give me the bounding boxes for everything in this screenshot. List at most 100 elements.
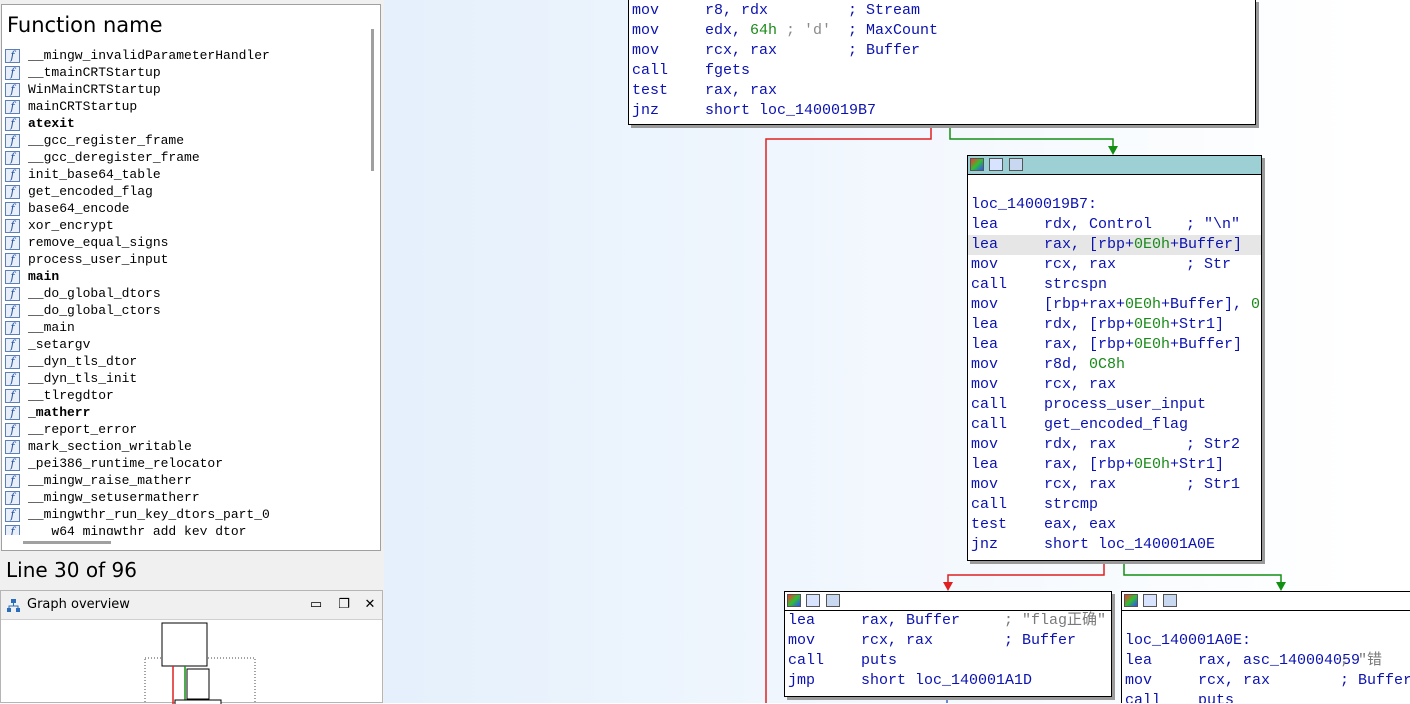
asm-operand[interactable]: process_user_input [1044,396,1206,413]
function-row[interactable]: f remove_equal_signs [5,234,360,251]
function-row[interactable]: f WinMainCRTStartup [5,81,360,98]
asm-operand[interactable]: short loc_1400019B7 [705,102,876,119]
asm-operand[interactable]: rax, Buffer [861,612,960,629]
asm-line[interactable]: lea rdx, [rbp+0E0h+Str1] [968,315,1261,335]
function-row[interactable]: f _pei386_runtime_relocator [5,455,360,472]
asm-operand[interactable]: strcmp [1044,496,1098,513]
function-row[interactable]: f base64_encode [5,200,360,217]
function-row[interactable]: f init_base64_table [5,166,360,183]
asm-operand[interactable]: rax, rax [705,82,777,99]
asm-line[interactable]: test rax, rax [629,81,1255,101]
function-row[interactable]: f _setargv [5,336,360,353]
asm-line[interactable]: mov rcx, rax ; Buffer [629,41,1255,61]
asm-operand[interactable]: fgets [705,62,750,79]
horizontal-scrollbar[interactable] [23,541,111,544]
asm-operand[interactable]: r8d, [1044,356,1089,373]
asm-line[interactable]: mov r8, rdx ; Stream [629,1,1255,21]
code-block-top[interactable]: mov r8, rdx ; Stream mov edx, 64h ; 'd' ; Max… [628,0,1256,125]
asm-operand[interactable]: rax, [rbp+ [1044,456,1134,473]
asm-operand[interactable]: short loc_140001A0E [1044,536,1215,553]
function-row[interactable]: f __dyn_tls_init [5,370,360,387]
asm-line[interactable]: call fgets [629,61,1255,81]
asm-line[interactable]: mov rcx, rax ; Str [968,255,1261,275]
function-row[interactable]: f __do_global_dtors [5,285,360,302]
asm-line[interactable]: lea rax, asc_140004059; "错 [1122,651,1410,671]
asm-operand[interactable]: +Buffer], [1161,296,1251,313]
asm-operand[interactable]: eax, eax [1044,516,1116,533]
asm-operand[interactable]: rcx, rax [1198,672,1270,689]
functions-column-header[interactable]: Function name [7,13,163,37]
asm-line[interactable]: call strcmp [968,495,1261,515]
group-icon[interactable] [826,594,840,607]
asm-operand[interactable]: +Buffer] [1170,336,1242,353]
group-icon[interactable] [1163,594,1177,607]
function-row[interactable]: f __mingwthr_run_key_dtors_part_0 [5,506,360,523]
close-icon[interactable]: ✕ [362,597,378,613]
asm-operand[interactable]: edx, [705,22,750,39]
function-row[interactable]: f get_encoded_flag [5,183,360,200]
asm-operand[interactable]: rax, [rbp+ [1044,236,1134,253]
rename-icon[interactable] [1143,594,1157,607]
maximize-icon[interactable]: ▭ [308,597,324,613]
asm-operand[interactable]: +Buffer] [1170,236,1242,253]
asm-operand[interactable]: rcx, rax [705,42,777,59]
asm-line[interactable]: mov rcx, rax ; Buffer [785,631,1111,651]
asm-line[interactable]: jmp short loc_140001A1D [785,671,1111,691]
asm-operand[interactable]: rcx, rax [861,632,933,649]
function-row[interactable]: f mainCRTStartup [5,98,360,115]
function-row[interactable]: f __mingw_raise_matherr [5,472,360,489]
asm-line[interactable]: lea rax, [rbp+0E0h+Str1] [968,455,1261,475]
asm-line[interactable]: mov rcx, rax ; Str1 [968,475,1261,495]
function-row[interactable]: f __mingw_setusermatherr [5,489,360,506]
asm-operand[interactable]: rdx, [rbp+ [1044,316,1134,333]
asm-operand[interactable]: get_encoded_flag [1044,416,1188,433]
color-icon[interactable] [1124,594,1138,607]
asm-line[interactable]: lea rax, [rbp+0E0h+Buffer] [968,335,1261,355]
asm-operand[interactable]: puts [1198,692,1234,703]
vertical-scrollbar[interactable] [371,29,374,171]
function-row[interactable]: f __report_error [5,421,360,438]
asm-line[interactable]: call puts [1122,691,1410,703]
asm-line[interactable]: lea rax, [rbp+0E0h+Buffer] [968,235,1261,255]
function-row[interactable]: f __tmainCRTStartup [5,64,360,81]
function-row[interactable]: f xor_encrypt [5,217,360,234]
asm-line[interactable]: call get_encoded_flag [968,415,1261,435]
asm-operand[interactable]: rcx, rax [1044,376,1116,393]
function-row[interactable]: f __dyn_tls_dtor [5,353,360,370]
graph-overview-canvas[interactable] [1,620,382,704]
asm-line[interactable]: mov edx, 64h ; 'd' ; MaxCount [629,21,1255,41]
function-row[interactable]: f _matherr [5,404,360,421]
asm-operand[interactable]: puts [861,652,897,669]
asm-operand[interactable]: rcx, rax [1044,476,1116,493]
asm-line[interactable]: mov r8d, 0C8h [968,355,1261,375]
function-row[interactable]: f __do_global_ctors [5,302,360,319]
asm-operand[interactable]: rcx, rax [1044,256,1116,273]
functions-list[interactable]: f __mingw_invalidParameterHandler f __tmain… [5,47,360,535]
asm-line[interactable]: call strcspn [968,275,1261,295]
function-row[interactable]: f main [5,268,360,285]
function-row[interactable]: f mark_section_writable [5,438,360,455]
function-row[interactable]: f atexit [5,115,360,132]
function-row[interactable]: f __gcc_deregister_frame [5,149,360,166]
asm-operand[interactable]: rax, asc_140004059 [1198,652,1360,669]
asm-line[interactable]: lea rdx, Control ; "\n" [968,215,1261,235]
asm-operand[interactable]: +Str1] [1170,456,1224,473]
asm-line[interactable]: mov rcx, rax ; Buffer [1122,671,1410,691]
asm-operand[interactable]: rdx, rax [1044,436,1116,453]
asm-operand[interactable]: +Str1] [1170,316,1224,333]
block-label[interactable]: loc_1400019B7: [968,195,1261,215]
function-row[interactable]: f __tlregdtor [5,387,360,404]
asm-operand[interactable]: rdx, Control [1044,216,1152,233]
asm-operand[interactable]: rax, [rbp+ [1044,336,1134,353]
restore-icon[interactable]: ❐ [336,597,352,613]
function-row[interactable]: f __gcc_register_frame [5,132,360,149]
asm-line[interactable]: jnz short loc_1400019B7 [629,101,1255,121]
code-block-loc_140001A0E[interactable]: loc_140001A0E: lea rax, asc_140004059; "错… [1121,591,1410,703]
rename-icon[interactable] [806,594,820,607]
asm-line[interactable]: call puts [785,651,1111,671]
asm-line[interactable]: jnz short loc_140001A0E [968,535,1261,555]
asm-line[interactable]: mov rcx, rax [968,375,1261,395]
graph-view[interactable]: mov r8, rdx ; Stream mov edx, 64h ; 'd' ; Max… [384,0,1410,703]
asm-line[interactable]: mov [rbp+rax+0E0h+Buffer], 0 [968,295,1261,315]
function-row[interactable]: f __main [5,319,360,336]
